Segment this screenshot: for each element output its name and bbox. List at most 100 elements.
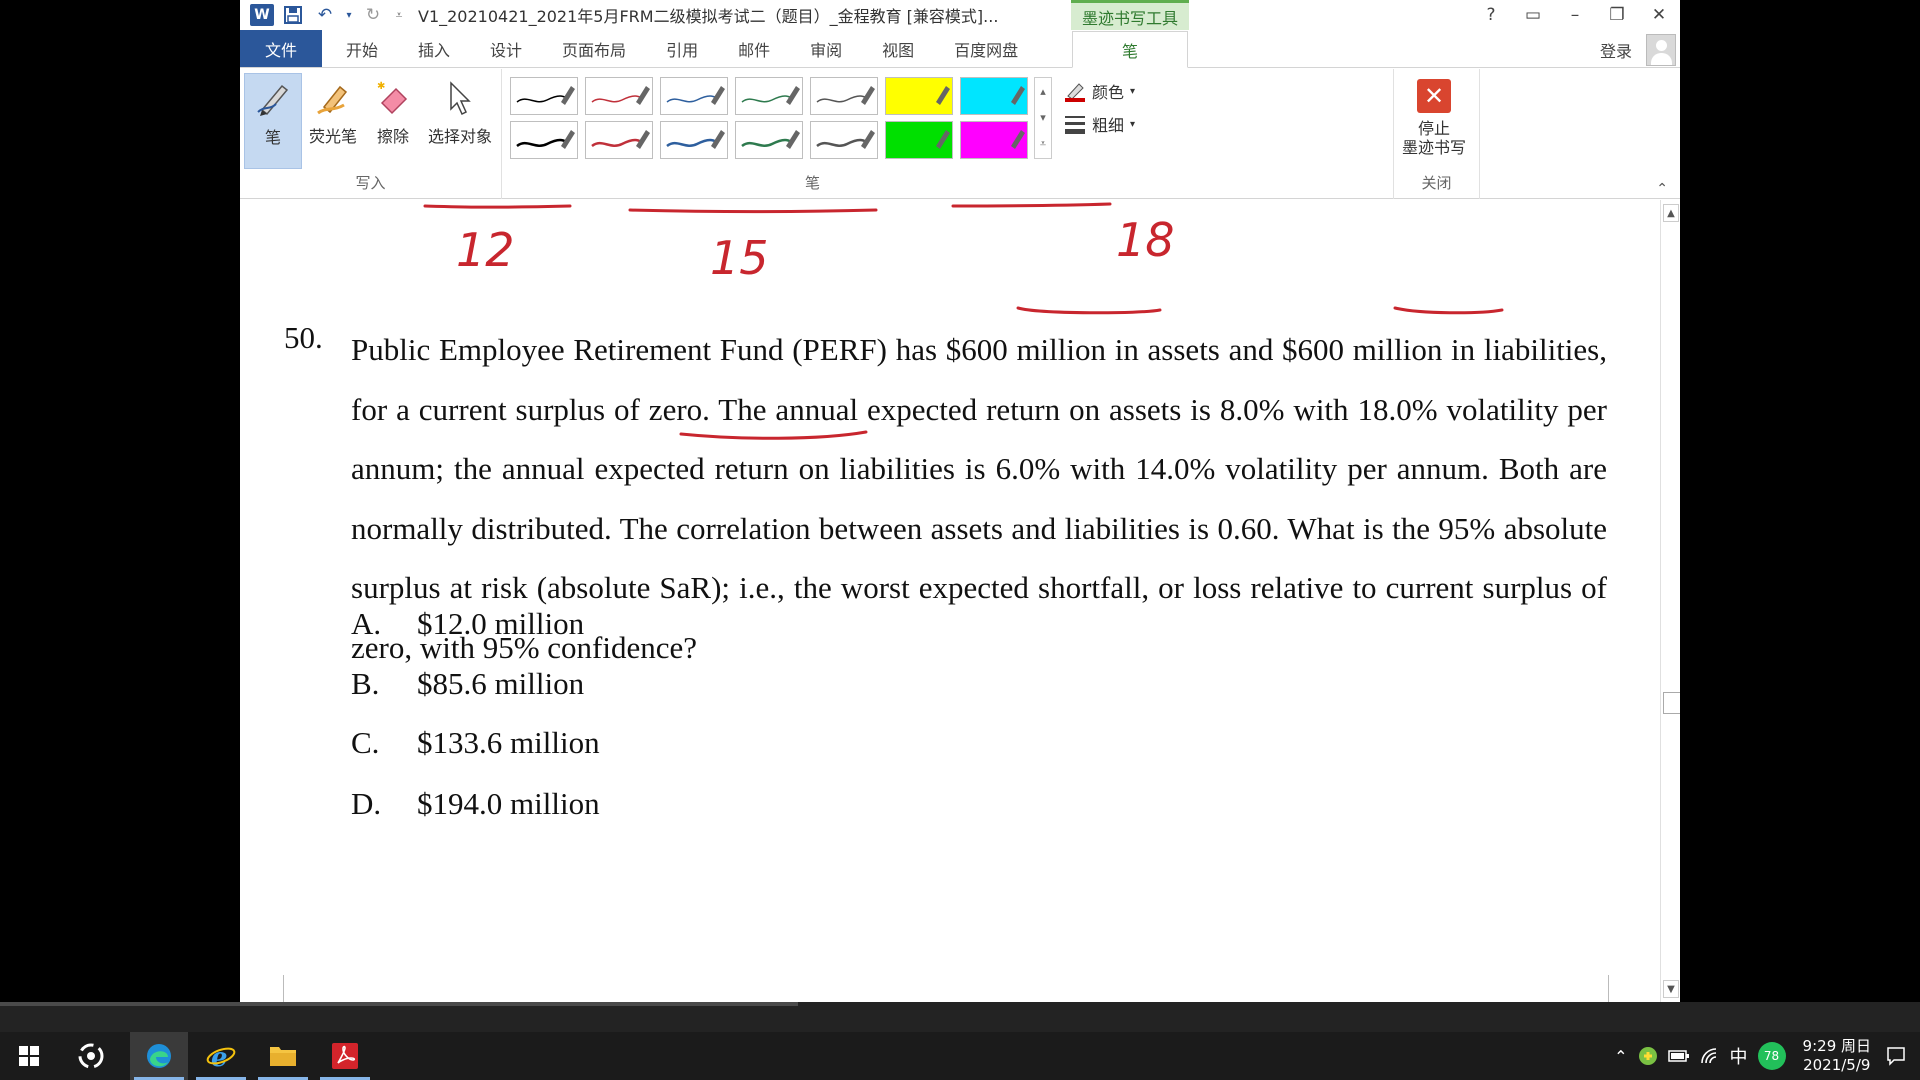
help-button[interactable]: ? bbox=[1470, 0, 1512, 30]
tab-home[interactable]: 开始 bbox=[322, 30, 398, 67]
pen-style-swatch[interactable] bbox=[660, 121, 728, 159]
ie-browser-icon[interactable]: e bbox=[192, 1032, 250, 1080]
highlighter-button[interactable]: 荧光笔 bbox=[304, 73, 362, 169]
pen-style-swatch[interactable] bbox=[735, 77, 803, 115]
choice-text: $133.6 million bbox=[417, 725, 600, 760]
pen-thickness-button[interactable]: 粗细 ▾ bbox=[1064, 112, 1135, 136]
gallery-up-icon[interactable]: ▴ bbox=[1040, 85, 1046, 98]
pen-style-swatch[interactable] bbox=[960, 121, 1028, 159]
tab-design[interactable]: 设计 bbox=[470, 30, 542, 67]
select-objects-button[interactable]: 选择对象 bbox=[422, 73, 498, 169]
word-window: W ↶ ▾ ↻ ⩡ V1_20210421_2021年5月FRM二级模拟考试二（… bbox=[240, 0, 1680, 1002]
pen-style-swatch[interactable] bbox=[810, 121, 878, 159]
pen-style-swatch[interactable] bbox=[510, 77, 578, 115]
pens-group-label: 笔 bbox=[804, 174, 820, 192]
pen-color-dropdown-icon: ▾ bbox=[1130, 85, 1136, 97]
pen-style-gallery bbox=[510, 77, 1028, 159]
tab-pens[interactable]: 笔 bbox=[1072, 31, 1188, 68]
save-icon[interactable] bbox=[280, 3, 306, 27]
windows-start-icon[interactable] bbox=[0, 1032, 58, 1080]
select-cursor-icon bbox=[445, 73, 475, 123]
pen-thickness-label: 粗细 bbox=[1092, 116, 1125, 135]
chevron-up-icon[interactable]: ⌃ bbox=[1614, 1047, 1627, 1066]
page-corner-mark-right bbox=[1608, 975, 1660, 1002]
file-explorer-icon[interactable] bbox=[254, 1032, 312, 1080]
pen-style-swatch[interactable] bbox=[960, 77, 1028, 115]
choice-letter: B. bbox=[351, 666, 380, 701]
svg-text:e: e bbox=[211, 1043, 228, 1071]
choice-text: $12.0 million bbox=[417, 606, 585, 641]
ink-stroke bbox=[1393, 306, 1504, 315]
pen-color-icon bbox=[1065, 83, 1085, 102]
acrobat-icon[interactable] bbox=[316, 1032, 374, 1080]
pen-color-button[interactable]: 颜色 ▾ bbox=[1064, 79, 1135, 103]
ribbon-display-options-icon[interactable]: ▭ bbox=[1512, 0, 1554, 30]
quick-access-toolbar: W ↶ ▾ ↻ ⩡ bbox=[240, 3, 406, 27]
gallery-down-icon[interactable]: ▾ bbox=[1040, 111, 1046, 124]
pen-style-swatch[interactable] bbox=[810, 77, 878, 115]
tab-baidu-netdisk[interactable]: 百度网盘 bbox=[934, 30, 1038, 67]
scroll-up-icon[interactable]: ▲ bbox=[1663, 204, 1679, 222]
clock[interactable]: 9:29 周日 2021/5/9 bbox=[1803, 1037, 1871, 1075]
stop-inking-button[interactable]: ✕ 停止 墨迹书写 bbox=[1398, 79, 1470, 157]
eraser-button[interactable]: ✱ 擦除 bbox=[364, 73, 422, 169]
ime-indicator[interactable]: 中 bbox=[1730, 1043, 1748, 1069]
gallery-scroll[interactable]: ▴ ▾ ⩡ bbox=[1034, 77, 1052, 159]
notification-badge[interactable]: 78 bbox=[1757, 1042, 1786, 1070]
restore-icon[interactable]: ❐ bbox=[1596, 0, 1638, 30]
ink-tools-contextual-label: 墨迹书写工具 bbox=[1071, 0, 1189, 30]
tab-references[interactable]: 引用 bbox=[646, 30, 718, 67]
pen-button[interactable]: 笔 bbox=[244, 73, 302, 169]
pen-style-swatch[interactable] bbox=[735, 121, 803, 159]
undo-icon[interactable]: ↶ bbox=[312, 3, 338, 27]
ribbon: 笔 荧光笔 ✱ 擦除 选择对象 写入 笔 ▴ ▾ ⩡ 颜色 ▾ 粗细 ▾ 关闭 … bbox=[240, 69, 1680, 199]
gallery-more-icon[interactable]: ⩡ bbox=[1040, 137, 1046, 151]
action-center-icon[interactable] bbox=[1886, 1046, 1906, 1066]
pen-icon bbox=[254, 74, 292, 124]
minimize-icon[interactable]: – bbox=[1554, 0, 1596, 30]
pen-style-swatch[interactable] bbox=[510, 121, 578, 159]
edge-browser-icon[interactable] bbox=[130, 1032, 188, 1080]
wifi-icon[interactable] bbox=[1700, 1047, 1720, 1065]
window-controls: ? ▭ – ❐ ✕ bbox=[1470, 0, 1680, 30]
login-link[interactable]: 登录 bbox=[1600, 38, 1632, 62]
tab-insert[interactable]: 插入 bbox=[398, 30, 470, 67]
choice-d: D. $194.0 million bbox=[351, 786, 951, 822]
undo-dropdown-icon[interactable]: ▾ bbox=[344, 3, 354, 27]
title-bar: W ↶ ▾ ↻ ⩡ V1_20210421_2021年5月FRM二级模拟考试二（… bbox=[240, 0, 1680, 30]
horizontal-scroll-thumb[interactable] bbox=[0, 1002, 798, 1006]
pen-style-swatch[interactable] bbox=[885, 77, 953, 115]
clock-date: 2021/5/9 bbox=[1803, 1056, 1871, 1074]
tab-page-layout[interactable]: 页面布局 bbox=[542, 30, 646, 67]
tab-view[interactable]: 视图 bbox=[862, 30, 934, 67]
pen-style-swatch[interactable] bbox=[660, 77, 728, 115]
pen-style-swatch[interactable] bbox=[885, 121, 953, 159]
choice-text: $85.6 million bbox=[417, 666, 585, 701]
collapse-ribbon-icon[interactable]: ⌃ bbox=[1656, 181, 1668, 197]
page-corner-mark-left bbox=[240, 975, 284, 1002]
highlighter-button-label: 荧光笔 bbox=[308, 127, 357, 146]
tab-review[interactable]: 审阅 bbox=[790, 30, 862, 67]
scroll-thumb[interactable] bbox=[1663, 692, 1680, 714]
eraser-button-label: 擦除 bbox=[376, 127, 409, 146]
choice-b: B. $85.6 million bbox=[351, 666, 951, 702]
ink-stroke bbox=[1016, 306, 1162, 315]
app-swirl-icon[interactable] bbox=[62, 1032, 120, 1080]
pen-style-swatch[interactable] bbox=[585, 121, 653, 159]
question-number: 50. bbox=[284, 320, 323, 355]
tray-app-icon[interactable] bbox=[1638, 1046, 1658, 1066]
tab-file[interactable]: 文件 bbox=[240, 30, 322, 67]
document-page[interactable]: 12 15 18 50. Public Employee Retirement … bbox=[240, 200, 1660, 1002]
pen-style-swatch[interactable] bbox=[585, 77, 653, 115]
scroll-down-icon[interactable]: ▼ bbox=[1663, 980, 1679, 998]
vertical-scrollbar[interactable]: ▲ ▼ bbox=[1660, 200, 1680, 1002]
avatar[interactable] bbox=[1646, 34, 1676, 66]
redo-icon[interactable]: ↻ bbox=[360, 3, 386, 27]
battery-icon[interactable] bbox=[1667, 1049, 1690, 1063]
svg-text:✱: ✱ bbox=[377, 81, 385, 92]
close-icon[interactable]: ✕ bbox=[1638, 0, 1680, 30]
tab-mailings[interactable]: 邮件 bbox=[718, 30, 790, 67]
choice-letter: D. bbox=[351, 786, 382, 821]
pen-thickness-dropdown-icon: ▾ bbox=[1130, 118, 1136, 130]
customize-qat-icon[interactable]: ⩡ bbox=[392, 3, 406, 27]
